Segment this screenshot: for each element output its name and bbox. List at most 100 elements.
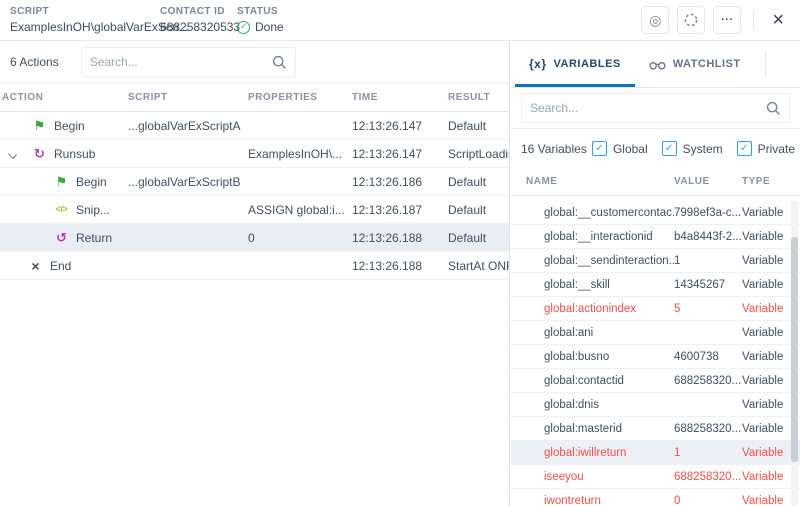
trace-cell-time: 12:13:26.186 [352, 175, 448, 189]
begin-flag-icon: ⚑ [32, 119, 47, 132]
trace-cell-result: Default [448, 231, 509, 245]
variable-name: global:masterid [544, 423, 674, 435]
trace-cell-result: Default [448, 175, 509, 189]
end-x-icon: × [28, 259, 43, 273]
tab-variables-label: VARIABLES [554, 58, 621, 70]
variable-row[interactable]: global:__customercontac...7998ef3a-c...V… [511, 201, 800, 225]
system-checkbox[interactable]: ✓ [662, 141, 677, 156]
variable-row[interactable]: iwontreturn0Variable [511, 489, 800, 506]
trace-cell-time: 12:13:26.147 [352, 147, 448, 161]
variable-row[interactable]: global:contactid688258320...Variable [511, 369, 800, 393]
chevron-down-icon[interactable] [8, 150, 17, 159]
scrollbar-thumb[interactable] [791, 237, 798, 462]
variable-value: 1 [674, 255, 742, 267]
variable-row[interactable]: global:masterid688258320...Variable [511, 417, 800, 441]
script-label: SCRIPT [10, 6, 160, 17]
variable-value: 4600738 [674, 351, 742, 363]
variables-filter-row: 16 Variables ✓ Global ✓ System ✓ Private [511, 129, 800, 168]
variable-row[interactable]: global:__interactionidb4a8443f-2...Varia… [511, 225, 800, 249]
variable-row[interactable]: global:aniVariable [511, 321, 800, 345]
variable-value: b4a8443f-2... [674, 231, 742, 243]
variable-value: 688258320... [674, 423, 742, 435]
variable-value: 5 [674, 303, 742, 315]
trace-panel: 6 Actions ACTION SCRIPT PROPERTIES TIME … [0, 41, 510, 506]
trace-search-box [81, 47, 296, 77]
filter-system: ✓ System [662, 141, 723, 156]
variable-name: global:dnis [544, 399, 674, 411]
trace-cell-time: 12:13:26.147 [352, 119, 448, 133]
variable-value: 0 [674, 495, 742, 506]
action-label: End [50, 259, 71, 273]
col-time: TIME [352, 92, 448, 103]
variable-value: 7998ef3a-c... [674, 207, 742, 219]
variable-value: 1 [674, 447, 742, 459]
private-checkbox[interactable]: ✓ [737, 141, 752, 156]
trace-cell-properties: ASSIGN global:i... [248, 203, 352, 217]
trace-table-header: ACTION SCRIPT PROPERTIES TIME RESULT [0, 84, 509, 112]
action-label: Begin [54, 119, 85, 133]
trace-cell-action: ⚑Begin [0, 168, 128, 195]
window-header: SCRIPT ExamplesInOH\globalVarExScri... C… [0, 0, 800, 41]
trace-cell-time: 12:13:26.188 [352, 231, 448, 245]
trace-cell-action: </>Snip... [0, 196, 128, 223]
trace-search-input[interactable] [90, 55, 272, 69]
variable-row[interactable]: global:iwillreturn1Variable [511, 441, 800, 465]
system-label: System [683, 142, 723, 156]
trace-row[interactable]: ⚑Begin...globalVarExScriptB12:13:26.186D… [0, 168, 509, 196]
variable-name: global:__interactionid [544, 231, 674, 243]
variables-scrollbar[interactable] [791, 201, 798, 506]
search-icon [272, 55, 287, 70]
runsub-icon: ↻ [32, 147, 47, 160]
snippet-code-icon: </> [54, 205, 69, 214]
variable-name: iseeyou [544, 471, 674, 483]
trace-row[interactable]: ⚑Begin...globalVarExScriptA12:13:26.147D… [0, 112, 509, 140]
return-icon: ↺ [54, 231, 69, 244]
trace-toolbar: 6 Actions [0, 41, 509, 84]
tab-watchlist[interactable]: WATCHLIST [635, 41, 755, 87]
trace-row[interactable]: ×End12:13:26.188StartAt ONRELE [0, 252, 509, 280]
trace-cell-result: Default [448, 119, 509, 133]
variable-name: global:actionindex [544, 303, 674, 315]
global-checkbox[interactable]: ✓ [592, 141, 607, 156]
variables-search-input[interactable] [530, 101, 766, 115]
col-properties: PROPERTIES [248, 92, 352, 103]
variable-row[interactable]: global:busno4600738Variable [511, 345, 800, 369]
more-options-button[interactable]: ... [713, 6, 741, 34]
trace-row[interactable]: ↻RunsubExamplesInOH\...12:13:26.147Scrip… [0, 140, 509, 168]
target-button[interactable]: ◎ [641, 6, 669, 34]
global-label: Global [613, 142, 648, 156]
variable-name: iwontreturn [544, 495, 674, 506]
target-icon: ◎ [649, 12, 661, 29]
filter-private: ✓ Private [737, 141, 795, 156]
status-value: Done [255, 20, 284, 34]
trace-cell-action: ↺Return [0, 224, 128, 251]
trace-rows: ⚑Begin...globalVarExScriptA12:13:26.147D… [0, 112, 509, 280]
variable-name: global:busno [544, 351, 674, 363]
refresh-dashed-icon [683, 12, 699, 28]
variable-row[interactable]: global:__sendinteraction...1Variable [511, 249, 800, 273]
variable-value: 688258320... [674, 375, 742, 387]
variables-panel: {x} VARIABLES WATCHLIST [511, 41, 800, 506]
panel-tabs: {x} VARIABLES WATCHLIST [511, 41, 800, 88]
refresh-button[interactable] [677, 6, 705, 34]
trace-row[interactable]: </>Snip...ASSIGN global:i...12:13:26.187… [0, 196, 509, 224]
contact-id-label: CONTACT ID [160, 6, 237, 17]
trace-cell-action: ↻Runsub [0, 140, 128, 167]
trace-cell-time: 12:13:26.188 [352, 259, 448, 273]
trace-cell-result: Default [448, 203, 509, 217]
close-button[interactable]: × [766, 10, 790, 30]
tab-separator [765, 51, 766, 77]
trace-row[interactable]: ↺Return 012:13:26.188Default [0, 224, 509, 252]
variable-value: 688258320... [674, 471, 742, 483]
variable-row[interactable]: global:actionindex5Variable [511, 297, 800, 321]
tab-variables[interactable]: {x} VARIABLES [515, 41, 635, 87]
variable-row[interactable]: iseeyou688258320...Variable [511, 465, 800, 489]
variable-name: global:ani [544, 327, 674, 339]
variable-row[interactable]: global:dnisVariable [511, 393, 800, 417]
col-name: NAME [526, 176, 674, 187]
trace-cell-properties: 0 [248, 231, 352, 245]
close-icon: × [772, 9, 784, 31]
variable-row[interactable]: global:__skill14345267Variable [511, 273, 800, 297]
variables-search-row [511, 88, 800, 129]
script-value: ExamplesInOH\globalVarExScri... [10, 20, 160, 34]
